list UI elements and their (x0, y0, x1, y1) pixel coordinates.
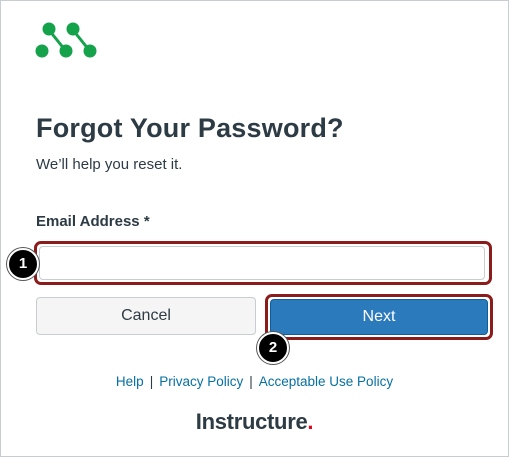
canvas-dots-logo-icon (35, 21, 97, 59)
email-field-highlight (34, 241, 492, 285)
login-frame: Forgot Your Password? We’ll help you res… (0, 0, 509, 457)
help-link[interactable]: Help (116, 374, 144, 389)
brand-name: Instructure (195, 409, 308, 434)
page-subtitle: We’ll help you reset it. (36, 156, 183, 173)
footer-links: Help | Privacy Policy | Acceptable Use Polic… (1, 374, 508, 389)
brand-dot: . (307, 409, 314, 434)
email-label: Email Address * (36, 213, 150, 230)
cancel-button[interactable]: Cancel (36, 297, 256, 335)
page-title: Forgot Your Password? (36, 113, 344, 143)
acceptable-use-policy-link[interactable]: Acceptable Use Policy (259, 374, 393, 389)
email-field[interactable] (39, 246, 485, 280)
footer-separator: | (149, 374, 154, 389)
instructure-logo: Instructure. (1, 409, 508, 435)
callout-badge-1: 1 (7, 248, 39, 280)
next-button-highlight: Next (265, 294, 493, 340)
footer-separator: | (249, 374, 253, 389)
next-button[interactable]: Next (270, 299, 488, 335)
callout-badge-2: 2 (257, 332, 289, 364)
privacy-policy-link[interactable]: Privacy Policy (159, 374, 243, 389)
